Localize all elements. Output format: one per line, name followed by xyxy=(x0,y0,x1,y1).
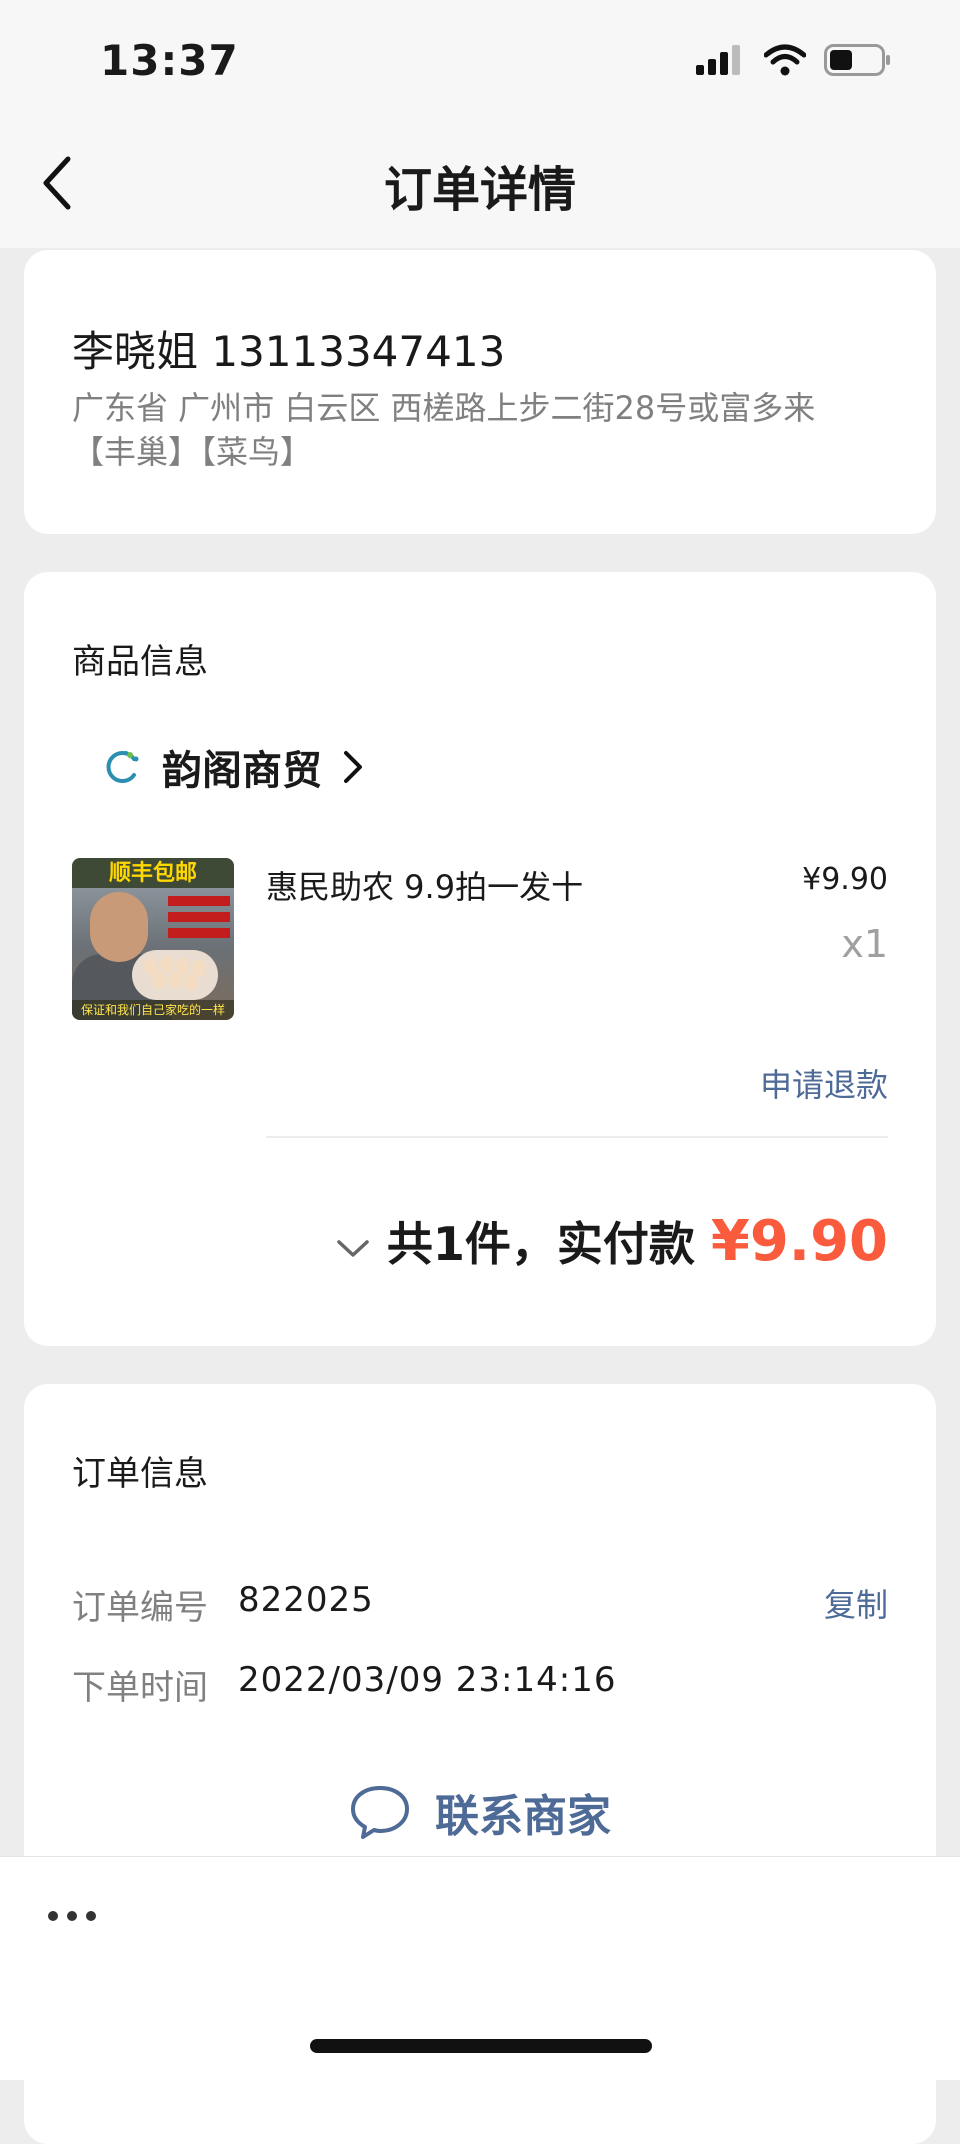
thumbnail-red-stripe xyxy=(168,928,230,938)
more-dot xyxy=(67,1911,77,1921)
total-row[interactable]: 共1件，实付款 ¥9.90 xyxy=(335,1208,888,1274)
wifi-icon xyxy=(764,44,806,76)
order-time-label: 下单时间 xyxy=(72,1668,208,1708)
total-label: 共1件，实付款 xyxy=(386,1217,695,1271)
status-bar: 13:37 xyxy=(0,0,960,120)
thumbnail-banner-text: 顺丰包邮 xyxy=(72,858,234,888)
order-time-value: 2022/03/09 23:14:16 xyxy=(238,1660,617,1700)
thumbnail-egg xyxy=(184,974,198,991)
thumbnail-footer-text: 保证和我们自己家吃的一样 xyxy=(72,1000,234,1020)
signal-icon xyxy=(696,45,740,75)
address-line-2: 【丰巢】【菜鸟】 xyxy=(72,433,313,471)
bottom-toolbar xyxy=(0,1856,960,2080)
contact-merchant-label: 联系商家 xyxy=(435,1791,611,1842)
home-indicator[interactable] xyxy=(310,2039,652,2053)
product-quantity: x1 xyxy=(841,922,888,966)
more-dot xyxy=(48,1911,58,1921)
thumbnail-egg xyxy=(168,972,182,989)
product-title[interactable]: 惠民助农 9.9拍一发十 xyxy=(266,862,583,908)
more-dot xyxy=(86,1911,96,1921)
order-number-label: 订单编号 xyxy=(72,1588,208,1628)
chevron-right-icon xyxy=(344,751,362,783)
order-number-value: 822025 xyxy=(238,1580,374,1620)
thumbnail-red-stripe xyxy=(168,912,230,922)
refund-button[interactable]: 申请退款 xyxy=(760,1060,888,1106)
divider xyxy=(266,1136,888,1138)
product-thumbnail[interactable]: 顺丰包邮 保证和我们自己家吃的一样 xyxy=(72,858,234,1020)
shop-logo-icon xyxy=(106,751,139,783)
page-title: 订单详情 xyxy=(383,162,576,218)
recipient-name-phone: 李晓姐 13113347413 xyxy=(72,327,506,376)
copy-button[interactable]: 复制 xyxy=(824,1580,888,1626)
chevron-down-icon xyxy=(337,1240,369,1257)
thumbnail-egg xyxy=(160,956,174,973)
more-dots-icon[interactable] xyxy=(48,1911,96,1921)
battery-icon xyxy=(824,44,890,76)
address-card[interactable]: 李晓姐 13113347413 广东省 广州市 白云区 西槎路上步二街28号或富… xyxy=(24,250,936,534)
total-amount: ¥9.90 xyxy=(710,1209,888,1274)
thumbnail-person-face xyxy=(90,892,148,962)
address-line-1: 广东省 广州市 白云区 西槎路上步二街28号或富多来 xyxy=(72,389,816,427)
goods-section-title: 商品信息 xyxy=(72,642,208,682)
thumbnail-red-stripe xyxy=(168,896,230,906)
status-time: 13:37 xyxy=(100,36,239,85)
status-icons xyxy=(696,44,890,76)
product-price: ¥9.90 xyxy=(802,862,888,897)
order-section-title: 订单信息 xyxy=(72,1454,208,1494)
nav-bar: 订单详情 xyxy=(0,120,960,248)
thumbnail-egg xyxy=(152,972,166,989)
goods-card: 商品信息 韵阁商贸 顺丰包邮 保证和我们自己家吃的一样 惠民助农 9.9拍一发十… xyxy=(24,572,936,1346)
contact-merchant-button[interactable]: 联系商家 xyxy=(24,1780,936,1844)
shop-name: 韵阁商贸 xyxy=(162,748,322,794)
shop-link[interactable]: 韵阁商贸 xyxy=(106,738,364,796)
chat-bubble-icon xyxy=(351,1786,409,1839)
